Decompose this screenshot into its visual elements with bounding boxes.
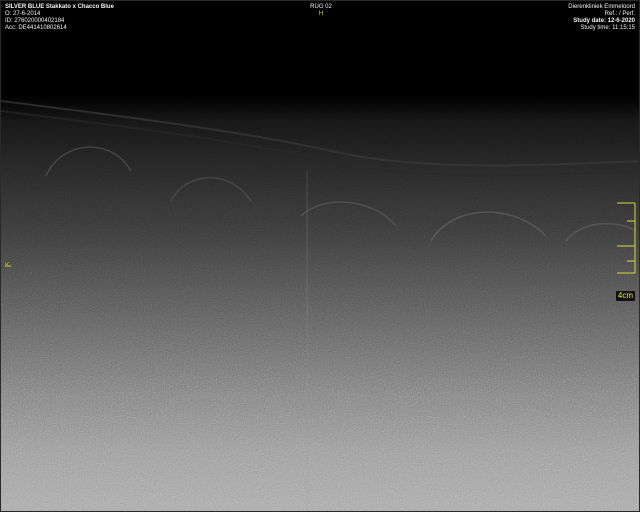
institution-name: Dierenkliniek Emmeloord [568, 4, 635, 10]
patient-name: SILVER BLUE Stakkato x Chacco Blue [5, 4, 114, 10]
ultrasound-viewport[interactable]: SILVER BLUE Stakkato x Chacco Blue O: 27… [0, 0, 640, 512]
patient-info: SILVER BLUE Stakkato x Chacco Blue O: 27… [5, 4, 114, 32]
referring-physician: Ref.: / Perf. [604, 11, 635, 17]
series-info: RUG 02 H [301, 4, 341, 18]
study-date: Study date: 12-6-2020 [573, 18, 635, 24]
orientation-marker: H [318, 11, 324, 17]
study-info: Dierenkliniek Emmeloord Ref.: / Perf. St… [568, 4, 635, 32]
ultrasound-image [1, 1, 639, 511]
scale-label: 4cm [615, 291, 635, 301]
depth-scale-icon [5, 202, 636, 274]
left-orientation-marker: K [5, 262, 10, 269]
accession-number: Acc: DE441410802614 [5, 25, 67, 31]
patient-id: ID: 276020000402184 [5, 18, 65, 24]
study-time: Study time: 11:15:15 [580, 25, 635, 31]
patient-dob: O: 27-6-2014 [5, 11, 41, 17]
series-label: RUG 02 [310, 4, 332, 10]
